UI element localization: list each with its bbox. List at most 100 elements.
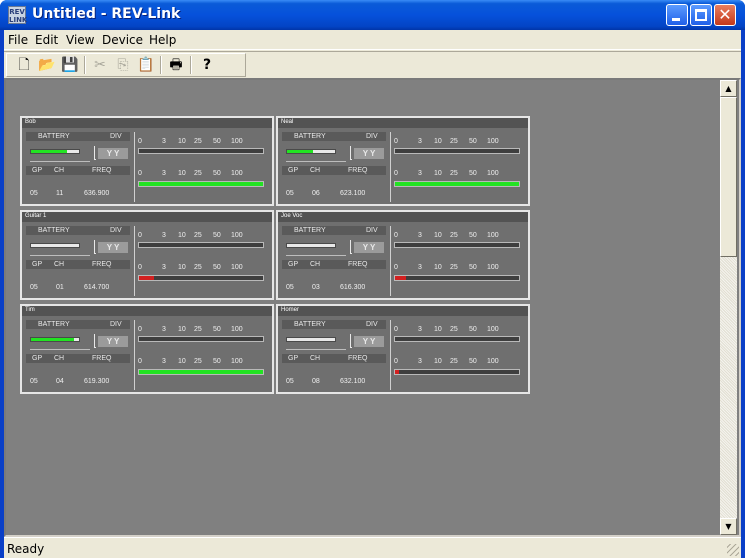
channel-panel[interactable]: Neal BATTERY DIV Y Y GP CH FREQ 05 06 62…	[276, 116, 530, 206]
battery-meter	[286, 337, 336, 342]
status-text: Ready	[7, 542, 45, 556]
help-button[interactable]: ?	[197, 55, 217, 75]
diversity-yy-indicator: Y Y	[98, 242, 128, 253]
meter-scale: 0 3 10 25 50 100	[138, 358, 268, 368]
audio-meter	[394, 148, 520, 154]
div-indicator	[350, 334, 352, 348]
meter-scale: 0 3 10 25 50 100	[394, 264, 524, 274]
battery-meter	[30, 149, 80, 154]
mdi-workspace: Bob BATTERY DIV Y Y GP CH FREQ 05 11 636…	[4, 78, 741, 537]
div-label: DIV	[366, 133, 378, 140]
audio-meter	[138, 336, 264, 342]
scale-tick-label: 25	[194, 264, 202, 271]
channel-panel[interactable]: Guitar 1 BATTERY DIV Y Y GP CH FREQ 05 0…	[20, 210, 274, 300]
meter-scale: 0 3 10 25 50 100	[138, 264, 268, 274]
gp-label: GP	[32, 261, 43, 268]
scale-tick-label: 3	[418, 138, 422, 145]
freq-label: FREQ	[92, 355, 112, 362]
div-indicator	[94, 240, 96, 254]
scale-tick-label: 50	[213, 326, 221, 333]
resize-grip-icon[interactable]	[727, 544, 739, 556]
scroll-up-button[interactable]: ▲	[720, 80, 737, 97]
vertical-scrollbar[interactable]: ▲ ▼	[720, 80, 737, 535]
print-button[interactable]: 🖶	[166, 55, 186, 75]
battery-div-header: BATTERY DIV	[282, 226, 386, 235]
scale-tick-label: 50	[469, 232, 477, 239]
paste-button[interactable]: 📋	[136, 55, 156, 75]
divider-line	[30, 161, 90, 162]
meter-scale: 0 3 10 25 50 100	[138, 170, 268, 180]
gp-ch-freq-header: GP CH FREQ	[282, 354, 386, 363]
cut-button[interactable]: ✂	[90, 55, 110, 75]
battery-level-bar	[287, 150, 314, 153]
audio-meter	[138, 242, 264, 248]
save-file-button[interactable]: 💾	[60, 55, 80, 75]
gp-value: 05	[30, 190, 38, 197]
scale-tick-label: 10	[434, 264, 442, 271]
scale-tick-label: 100	[231, 264, 243, 271]
scale-tick-label: 25	[450, 264, 458, 271]
app-icon[interactable]: REV LINK	[8, 6, 27, 24]
battery-label: BATTERY	[38, 227, 70, 234]
channel-panel[interactable]: Joe Voc BATTERY DIV Y Y GP CH FREQ 05 03…	[276, 210, 530, 300]
scale-tick-label: 0	[394, 138, 398, 145]
gp-label: GP	[32, 355, 43, 362]
scale-tick-label: 100	[231, 232, 243, 239]
scale-tick-label: 25	[450, 326, 458, 333]
scale-tick-label: 0	[138, 358, 142, 365]
divider-line	[286, 255, 346, 256]
gp-value: 05	[286, 378, 294, 385]
menu-help[interactable]: Help	[149, 33, 176, 47]
gp-label: GP	[288, 355, 299, 362]
diversity-yy-indicator: Y Y	[354, 336, 384, 347]
menu-file[interactable]: File	[8, 33, 28, 47]
menu-view[interactable]: View	[66, 33, 94, 47]
scale-tick-label: 10	[178, 232, 186, 239]
rf-level-bar	[139, 276, 154, 280]
ch-label: CH	[54, 355, 65, 362]
scroll-thumb[interactable]	[720, 97, 737, 257]
freq-label: FREQ	[92, 167, 112, 174]
battery-label: BATTERY	[38, 133, 70, 140]
open-file-button[interactable]: 📂	[37, 55, 57, 75]
menu-edit[interactable]: Edit	[35, 33, 58, 47]
scale-tick-label: 100	[487, 326, 499, 333]
close-button[interactable]: ✕	[714, 4, 736, 26]
ch-label: CH	[310, 167, 321, 174]
battery-meter	[30, 337, 80, 342]
scroll-down-button[interactable]: ▼	[720, 518, 737, 535]
channel-panel[interactable]: Homer BATTERY DIV Y Y GP CH FREQ 05 08 6…	[276, 304, 530, 394]
scale-tick-label: 10	[434, 232, 442, 239]
scale-tick-label: 0	[394, 232, 398, 239]
menu-device[interactable]: Device	[102, 33, 143, 47]
title-bar[interactable]: REV LINK Untitled - REV-Link ✕	[0, 0, 745, 30]
new-file-button[interactable]: 🗋	[14, 55, 34, 75]
channel-panel[interactable]: Bob BATTERY DIV Y Y GP CH FREQ 05 11 636…	[20, 116, 274, 206]
battery-meter	[286, 149, 336, 154]
gp-value: 05	[30, 284, 38, 291]
scale-tick-label: 0	[394, 264, 398, 271]
toolbar-separator	[160, 56, 162, 74]
scale-tick-label: 10	[178, 138, 186, 145]
scale-tick-label: 25	[450, 358, 458, 365]
copy-button[interactable]: ⎘	[113, 55, 133, 75]
battery-meter	[30, 243, 80, 248]
app-window: REV LINK Untitled - REV-Link ✕ File Edit…	[0, 0, 745, 558]
gp-ch-freq-header: GP CH FREQ	[26, 166, 130, 175]
scale-tick-label: 3	[418, 326, 422, 333]
scale-tick-label: 100	[487, 358, 499, 365]
gp-ch-freq-header: GP CH FREQ	[282, 260, 386, 269]
div-indicator	[94, 334, 96, 348]
meter-scale: 0 3 10 25 50 100	[394, 232, 524, 242]
rf-meter	[138, 181, 264, 187]
channel-panel[interactable]: Tim BATTERY DIV Y Y GP CH FREQ 05 04 619…	[20, 304, 274, 394]
minimize-button[interactable]	[666, 4, 688, 26]
scale-tick-label: 50	[469, 326, 477, 333]
audio-meter	[394, 242, 520, 248]
rf-level-bar	[395, 276, 407, 280]
scale-tick-label: 0	[138, 170, 142, 177]
maximize-button[interactable]	[690, 4, 712, 26]
scale-tick-label: 3	[418, 170, 422, 177]
scale-tick-label: 25	[194, 326, 202, 333]
scale-tick-label: 0	[138, 232, 142, 239]
